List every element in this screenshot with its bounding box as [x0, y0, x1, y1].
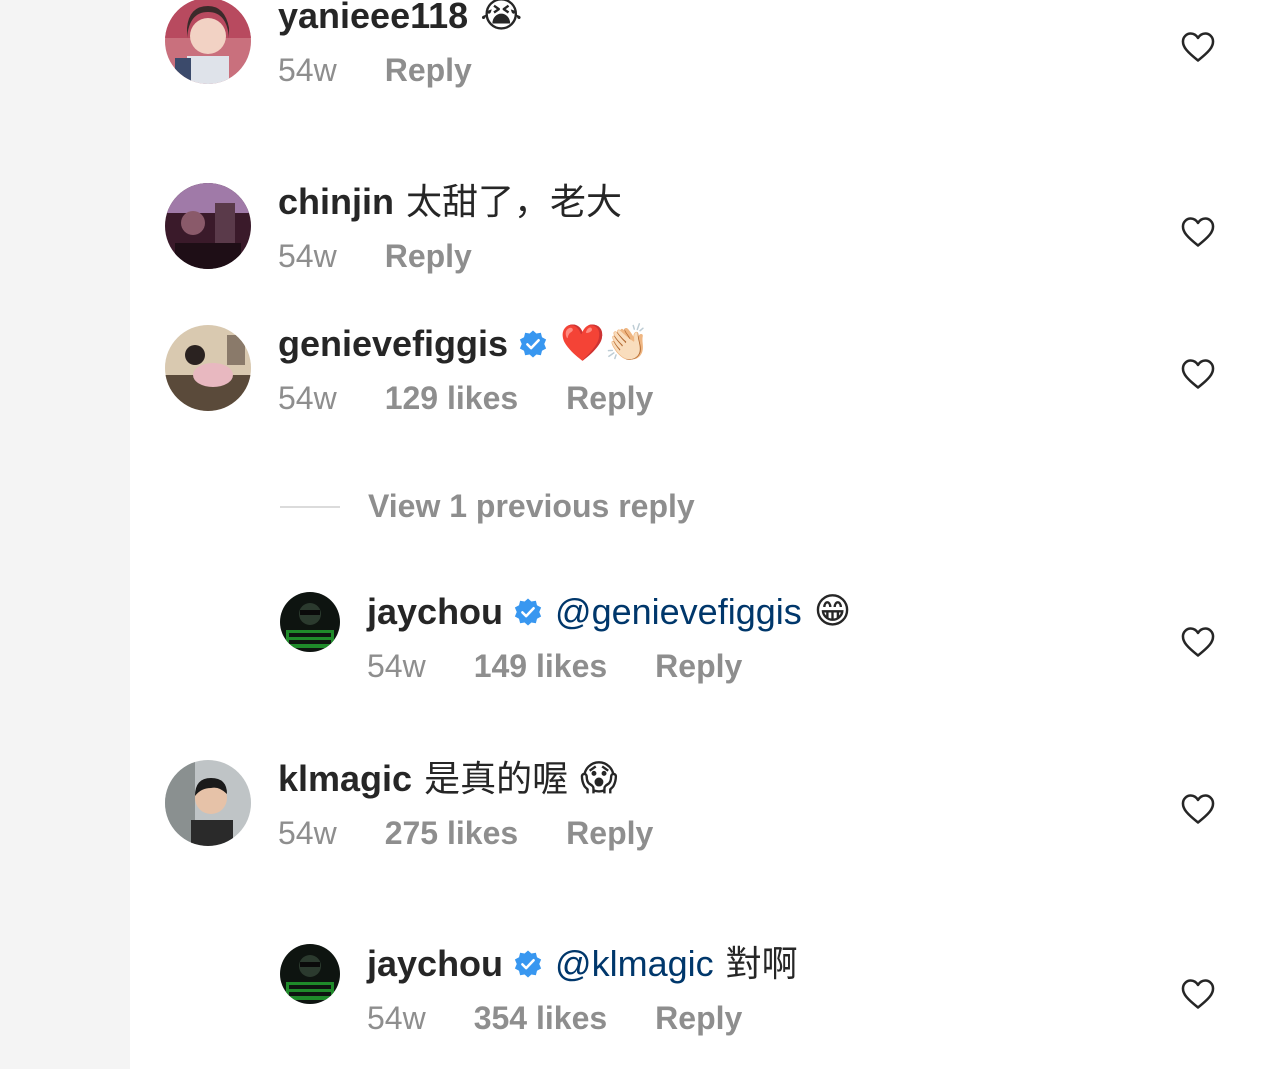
likes-count[interactable]: 275 likes [385, 815, 518, 852]
avatar[interactable] [165, 0, 251, 84]
like-heart-icon[interactable] [1179, 975, 1217, 1013]
mention-link[interactable]: @klmagic [555, 942, 714, 986]
comment-time[interactable]: 54w [278, 238, 337, 275]
comment-username[interactable]: klmagic [278, 757, 412, 801]
comment-text: 是真的喔 [424, 758, 569, 799]
like-heart-icon[interactable] [1179, 790, 1217, 828]
like-heart-icon[interactable] [1179, 355, 1217, 393]
comment-emoji: 😱 [580, 758, 618, 799]
comment-time[interactable]: 54w [278, 815, 337, 852]
comment-time[interactable]: 54w [278, 380, 337, 417]
reply-button[interactable]: Reply [655, 648, 742, 685]
comment-username[interactable]: jaychou [367, 942, 503, 986]
comment-text: 太甜了，老大 [406, 181, 623, 222]
comment-emoji: 😭 [480, 0, 523, 36]
comment-username[interactable]: yanieee118 [278, 0, 468, 38]
view-previous-replies-button[interactable]: View 1 previous reply [280, 488, 695, 525]
avatar-green-hornet-icon [280, 944, 340, 1004]
likes-count[interactable]: 129 likes [385, 380, 518, 417]
avatar[interactable] [165, 325, 251, 411]
comment-username[interactable]: jaychou [367, 590, 503, 634]
comment-username[interactable]: chinjin [278, 180, 394, 224]
comment-text: 對啊 [725, 943, 798, 984]
like-heart-icon[interactable] [1179, 623, 1217, 661]
comment-time[interactable]: 54w [278, 52, 337, 89]
mention-link[interactable]: @genievefiggis [555, 590, 802, 634]
like-heart-icon[interactable] [1179, 28, 1217, 66]
view-previous-label: View 1 previous reply [368, 488, 695, 524]
comment-emoji: ❤️👏🏻 [560, 323, 650, 364]
verified-badge-icon [518, 329, 548, 359]
reply-button[interactable]: Reply [385, 52, 472, 89]
avatar-green-hornet-icon [280, 592, 340, 652]
comment-time[interactable]: 54w [367, 648, 426, 685]
avatar[interactable] [165, 183, 251, 269]
likes-count[interactable]: 149 likes [474, 648, 607, 685]
comment-username[interactable]: genievefiggis [278, 322, 508, 366]
verified-badge-icon [513, 597, 543, 627]
like-heart-icon[interactable] [1179, 213, 1217, 251]
reply-button[interactable]: Reply [566, 380, 653, 417]
reply-button[interactable]: Reply [566, 815, 653, 852]
reply-button[interactable]: Reply [655, 1000, 742, 1037]
avatar-man-photo-icon [165, 760, 251, 846]
avatar[interactable] [280, 592, 340, 652]
likes-count[interactable]: 354 likes [474, 1000, 607, 1037]
verified-badge-icon [513, 949, 543, 979]
avatar[interactable] [280, 944, 340, 1004]
divider [280, 505, 340, 508]
avatar-girl-photo-icon [165, 0, 251, 84]
avatar-stage-photo-icon [165, 183, 251, 269]
comment-time[interactable]: 54w [367, 1000, 426, 1037]
reply-button[interactable]: Reply [385, 238, 472, 275]
comments-panel: yanieee118 😭 54w Reply chinjin 太甜了，老大 54… [130, 0, 1280, 1069]
comment-emoji: 😁 [813, 591, 852, 632]
avatar[interactable] [165, 760, 251, 846]
avatar-painting-photo-icon [165, 325, 251, 411]
